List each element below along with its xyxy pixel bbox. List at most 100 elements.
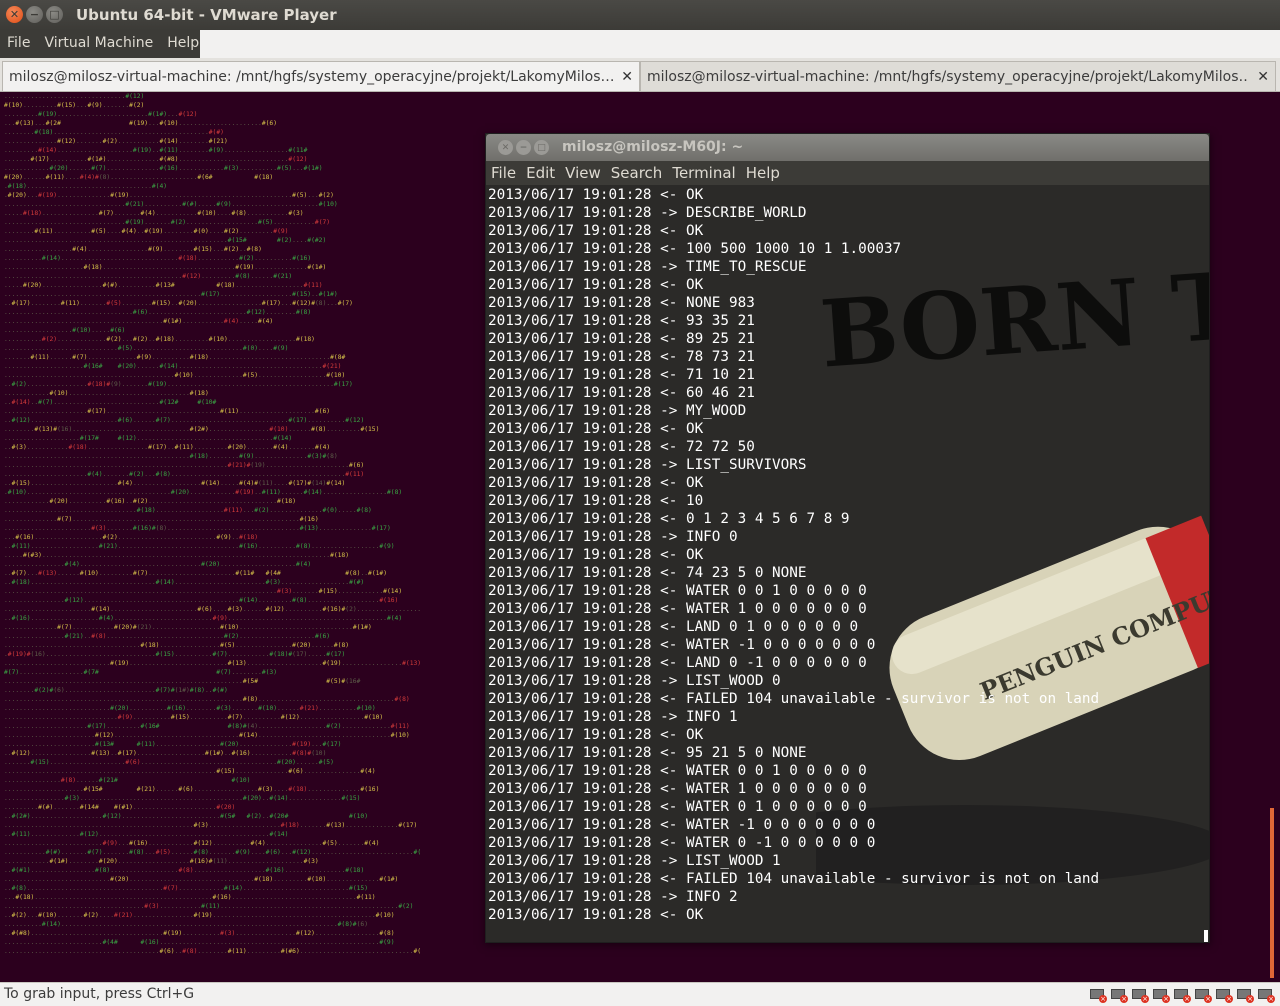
menu-file[interactable]: File bbox=[0, 30, 37, 58]
sound-icon[interactable]: × bbox=[1236, 986, 1254, 1003]
menu-help[interactable]: Help bbox=[741, 161, 785, 185]
output-line: ..#(17)........#(11).......#(5)........#… bbox=[4, 300, 353, 307]
output-line: .......#(17)..........#(1#).............… bbox=[4, 156, 308, 163]
output-line: #(20)......#(11)....#(4)#(8)............… bbox=[4, 174, 274, 181]
usb-icon[interactable]: × bbox=[1215, 986, 1233, 1003]
output-line: .......................#(3).......#(16)#… bbox=[4, 525, 391, 532]
log-line: 2013/06/17 19:01:28 <- WATER 0 0 1 0 0 0… bbox=[488, 763, 867, 779]
hard-disk-icon[interactable]: × bbox=[1089, 986, 1107, 1003]
output-line: ..........#(14).........................… bbox=[4, 921, 368, 928]
maximize-window-button[interactable]: □ bbox=[534, 140, 549, 155]
menu-view[interactable]: View bbox=[560, 161, 606, 185]
output-line: ..#(11).............#(12)...............… bbox=[4, 831, 289, 838]
close-icon[interactable]: ✕ bbox=[1257, 69, 1269, 85]
simulation-output[interactable]: ................................#(12) #(1… bbox=[4, 92, 420, 962]
log-line: 2013/06/17 19:01:28 <- 60 46 21 bbox=[488, 385, 755, 401]
output-line: ..............................#(5)......… bbox=[4, 345, 289, 352]
gnome-terminal-window[interactable]: ✕ − □ milosz@milosz-M60J: ~ File Edit Vi… bbox=[485, 133, 1210, 943]
output-line: ..#(8)..................................… bbox=[4, 885, 369, 892]
log-line: 2013/06/17 19:01:28 <- OK bbox=[488, 187, 704, 203]
tab-terminal-1[interactable]: milosz@milosz-virtual-machine: /mnt/hgfs… bbox=[2, 61, 640, 91]
scrollbar[interactable] bbox=[1270, 808, 1274, 978]
close-window-button[interactable]: ✕ bbox=[498, 140, 513, 155]
close-window-button[interactable]: ✕ bbox=[6, 6, 23, 23]
printer-icon[interactable]: × bbox=[1257, 986, 1275, 1003]
log-line: 2013/06/17 19:01:28 -> DESCRIBE_WORLD bbox=[488, 205, 807, 221]
floppy-icon[interactable]: × bbox=[1152, 986, 1170, 1003]
output-line: ............................#(19).......… bbox=[4, 660, 420, 667]
log-line: 2013/06/17 19:01:28 <- FAILED 104 unavai… bbox=[488, 871, 1100, 887]
window-controls: ✕ − □ bbox=[6, 6, 63, 23]
output-line: .....................#(16# #(20)......#(… bbox=[4, 363, 342, 370]
window-controls: ✕ − □ bbox=[498, 140, 549, 155]
minimize-window-button[interactable]: − bbox=[26, 6, 43, 23]
close-icon[interactable]: ✕ bbox=[621, 69, 633, 85]
log-line: 2013/06/17 19:01:28 <- WATER 0 -1 0 0 0 … bbox=[488, 835, 876, 851]
minimize-window-button[interactable]: − bbox=[516, 140, 531, 155]
menu-file[interactable]: File bbox=[486, 161, 521, 185]
log-line: 2013/06/17 19:01:28 <- 95 21 5 0 NONE bbox=[488, 745, 807, 761]
log-line: 2013/06/17 19:01:28 <- WATER -1 0 0 0 0 … bbox=[488, 637, 876, 653]
output-line: ........................................… bbox=[4, 372, 346, 379]
menu-virtual-machine[interactable]: Virtual Machine bbox=[37, 30, 160, 58]
output-line: ..#(3)...........#(18)................#(… bbox=[4, 444, 331, 451]
scrollbar[interactable] bbox=[1204, 930, 1208, 942]
log-line: 2013/06/17 19:01:28 <- 10 bbox=[488, 493, 704, 509]
output-line: ..#(#8).................................… bbox=[4, 930, 395, 937]
output-line: ..........................#(9)...#(16)..… bbox=[4, 840, 380, 847]
menu-edit[interactable]: Edit bbox=[521, 161, 560, 185]
output-line: ........................#(12)...........… bbox=[4, 732, 410, 739]
output-line: ............................#(20).......… bbox=[4, 705, 376, 712]
output-line: ............#(20)......#(7).............… bbox=[4, 165, 323, 172]
output-line: ........................................… bbox=[4, 948, 420, 955]
menu-search[interactable]: Search bbox=[606, 161, 668, 185]
output-line: .....#(#3)..............................… bbox=[4, 552, 350, 559]
output-line: .......#(11)......#(7).............#(9).… bbox=[4, 354, 346, 361]
output-line: ...#(13)...#(2# #(19)...#(10)...........… bbox=[4, 120, 277, 127]
output-line: ..................#(4)................#(… bbox=[4, 246, 262, 253]
output-line: ............#(10).......................… bbox=[4, 390, 209, 397]
maximize-window-button[interactable]: □ bbox=[46, 6, 63, 23]
log-line: 2013/06/17 19:01:28 <- OK bbox=[488, 223, 704, 239]
log-line: 2013/06/17 19:01:28 <- 100 500 1000 10 1… bbox=[488, 241, 902, 257]
output-line: ..#(11)..................#(21)..........… bbox=[4, 543, 395, 550]
output-line: ..#(2)................#(18)#(9).......#(… bbox=[4, 381, 353, 388]
log-line: 2013/06/17 19:01:28 <- OK bbox=[488, 907, 704, 923]
output-line: ................#(4)....................… bbox=[4, 561, 312, 568]
output-line: .#(20)...#(19)..............#(19).......… bbox=[4, 192, 334, 199]
gnome-terminal-titlebar[interactable]: ✕ − □ milosz@milosz-M60J: ~ bbox=[486, 134, 1209, 161]
output-line: ..#(14)..#(7)...........................… bbox=[4, 399, 217, 406]
output-line: ..#(12).......................#(6)......… bbox=[4, 417, 365, 424]
output-line: ........................................… bbox=[4, 318, 274, 325]
log-line: 2013/06/17 19:01:28 -> INFO 2 bbox=[488, 889, 738, 905]
menu-terminal[interactable]: Terminal bbox=[667, 161, 740, 185]
log-line: 2013/06/17 19:01:28 <- 78 73 21 bbox=[488, 349, 755, 365]
output-line: ........................................… bbox=[4, 768, 376, 775]
output-line: .......#(15)....................#(6)....… bbox=[4, 759, 334, 766]
output-line: ........................................… bbox=[4, 291, 338, 298]
output-line: #(10).........#(15)...#(9).......#(2) bbox=[4, 102, 145, 109]
terminal-body[interactable]: BORN TO PENGUIN COMPUTING 2013/06/17 19:… bbox=[486, 185, 1209, 942]
gnome-terminal-menubar: File Edit View Search Terminal Help bbox=[486, 161, 1209, 185]
window-title: Ubuntu 64-bit - VMware Player bbox=[76, 6, 337, 24]
log-line: 2013/06/17 19:01:28 -> INFO 0 bbox=[488, 529, 738, 545]
cd-rom-icon[interactable]: × bbox=[1131, 986, 1149, 1003]
device-icons: × × × × × × × × × bbox=[1089, 986, 1275, 1003]
vm-window-titlebar[interactable]: ✕ − □ Ubuntu 64-bit - VMware Player bbox=[0, 0, 1280, 30]
output-line: ...#(16)..................#(2)..........… bbox=[4, 534, 259, 541]
log-line: 2013/06/17 19:01:28 <- OK bbox=[488, 277, 704, 293]
output-line: ..#(#1).................#(8)............… bbox=[4, 867, 365, 874]
output-line: ..................................#(6)..… bbox=[4, 309, 312, 316]
output-line: ........................................… bbox=[4, 462, 365, 469]
tab-label: milosz@milosz-virtual-machine: /mnt/hgfs… bbox=[647, 68, 1250, 85]
output-line: ........................................… bbox=[4, 273, 293, 280]
output-line: ................................#(21)...… bbox=[4, 201, 338, 208]
usb-icon[interactable]: × bbox=[1194, 986, 1212, 1003]
log-line: 2013/06/17 19:01:28 <- WATER 1 0 0 0 0 0… bbox=[488, 781, 867, 797]
output-line: ....................................#(18… bbox=[4, 642, 350, 649]
network-icon[interactable]: × bbox=[1173, 986, 1191, 1003]
cd-rom-icon[interactable]: × bbox=[1110, 986, 1128, 1003]
tab-terminal-2[interactable]: milosz@milosz-virtual-machine: /mnt/hgfs… bbox=[640, 61, 1276, 91]
output-line: .....................#(18)..............… bbox=[4, 264, 327, 271]
log-line: 2013/06/17 19:01:28 <- WATER -1 0 0 0 0 … bbox=[488, 817, 876, 833]
